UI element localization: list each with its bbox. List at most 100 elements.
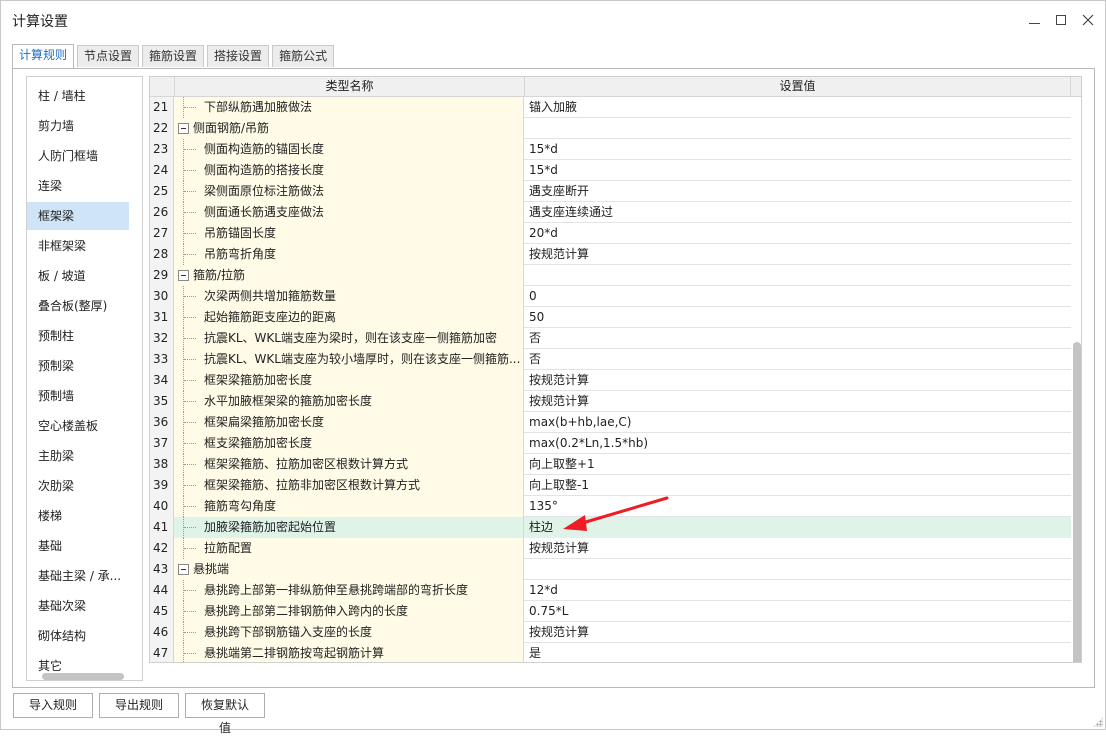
tab-lap-settings[interactable]: 搭接设置 — [207, 45, 270, 67]
import-rules-button[interactable]: 导入规则 — [13, 693, 93, 718]
sidebar-item[interactable]: 砌体结构 — [27, 622, 129, 650]
setting-value-cell[interactable]: 15*d — [524, 160, 1071, 181]
sidebar-item[interactable]: 基础次梁 — [27, 592, 129, 620]
table-row[interactable]: 39 框架梁箍筋、拉筋非加密区根数计算方式 向上取整-1 — [150, 475, 1071, 496]
table-row[interactable]: 45 悬挑跨上部第二排钢筋伸入跨内的长度 0.75*L — [150, 601, 1071, 622]
sidebar-item[interactable]: 基础 — [27, 532, 129, 560]
table-row[interactable]: 46 悬挑跨下部钢筋锚入支座的长度 按规范计算 — [150, 622, 1071, 643]
sidebar-item[interactable]: 次肋梁 — [27, 472, 129, 500]
sidebar-item[interactable]: 人防门框墙 — [27, 142, 129, 170]
table-row[interactable]: 44 悬挑跨上部第一排纵筋伸至悬挑跨端部的弯折长度 12*d — [150, 580, 1071, 601]
setting-value-cell[interactable]: 遇支座连续通过 — [524, 202, 1071, 223]
setting-value-cell[interactable]: 否 — [524, 328, 1071, 349]
row-number: 42 — [150, 538, 174, 559]
setting-value-cell[interactable]: 15*d — [524, 139, 1071, 160]
setting-value-cell[interactable]: 0.75*L — [524, 601, 1071, 622]
type-name-cell: 梁侧面原位标注筋做法 — [174, 181, 524, 202]
type-name-cell: 抗震KL、WKL端支座为梁时，则在该支座一侧箍筋加密 — [174, 328, 524, 349]
resize-grip-icon[interactable] — [1093, 717, 1103, 727]
tab-calc-rules[interactable]: 计算规则 — [12, 44, 75, 68]
setting-value-cell[interactable]: 按规范计算 — [524, 622, 1071, 643]
sidebar-item[interactable]: 柱 / 墙柱 — [27, 82, 129, 110]
setting-value-cell[interactable]: 12*d — [524, 580, 1071, 601]
table-row[interactable]: 25 梁侧面原位标注筋做法 遇支座断开 — [150, 181, 1071, 202]
sidebar-item[interactable]: 主肋梁 — [27, 442, 129, 470]
tab-stirrup-settings[interactable]: 箍筋设置 — [142, 45, 205, 67]
type-name-cell: 吊筋锚固长度 — [174, 223, 524, 244]
table-group-row[interactable]: 22 侧面钢筋/吊筋 — [150, 118, 1071, 139]
setting-value-cell[interactable]: 否 — [524, 349, 1071, 370]
sidebar-item[interactable]: 框架梁 — [27, 202, 129, 230]
restore-defaults-button[interactable]: 恢复默认值 — [185, 693, 265, 735]
type-name-cell: 拉筋配置 — [174, 538, 524, 559]
type-name-cell: 侧面通长筋遇支座做法 — [174, 202, 524, 223]
component-type-list: 柱 / 墙柱 剪力墙 人防门框墙 连梁 框架梁 非框架梁板 / 坡道 叠合板(整厚) 预制柱预… — [26, 76, 143, 681]
export-rules-button[interactable]: 导出规则 — [99, 693, 179, 718]
table-row[interactable]: 42 拉筋配置 按规范计算 — [150, 538, 1071, 559]
sidebar-item[interactable]: 楼梯 — [27, 502, 129, 530]
table-row[interactable]: 35 水平加腋框架梁的箍筋加密长度 按规范计算 — [150, 391, 1071, 412]
row-number: 41 — [150, 517, 174, 538]
minimize-icon[interactable] — [1025, 11, 1043, 29]
sidebar-horizontal-scrollbar[interactable] — [42, 673, 124, 680]
table-row[interactable]: 38 框架梁箍筋、拉筋加密区根数计算方式 向上取整+1 — [150, 454, 1071, 475]
setting-value-cell[interactable]: 按规范计算 — [524, 538, 1071, 559]
collapse-minus-icon[interactable] — [178, 123, 189, 134]
setting-value-cell[interactable]: 向上取整+1 — [524, 454, 1071, 475]
setting-value-cell[interactable]: 向上取整-1 — [524, 475, 1071, 496]
maximize-icon[interactable] — [1052, 11, 1070, 29]
table-group-row[interactable]: 43 悬挑端 — [150, 559, 1071, 580]
setting-name-label: 侧面通长筋遇支座做法 — [204, 205, 325, 219]
table-row[interactable]: 32 抗震KL、WKL端支座为梁时，则在该支座一侧箍筋加密 否 — [150, 328, 1071, 349]
setting-name-label: 加腋梁箍筋加密起始位置 — [204, 520, 337, 534]
setting-value-cell[interactable]: max(b+hb,lae,C) — [524, 412, 1071, 433]
table-group-row[interactable]: 29 箍筋/拉筋 — [150, 265, 1071, 286]
setting-value-cell[interactable]: 0 — [524, 286, 1071, 307]
close-icon[interactable] — [1079, 11, 1097, 29]
setting-value-cell[interactable]: 是 — [524, 643, 1071, 662]
setting-value-cell[interactable]: 按规范计算 — [524, 391, 1071, 412]
table-row[interactable]: 36 框架扁梁箍筋加密长度 max(b+hb,lae,C) — [150, 412, 1071, 433]
setting-value-cell[interactable]: 锚入加腋 — [524, 97, 1071, 118]
setting-name-label: 吊筋锚固长度 — [204, 226, 277, 240]
table-row[interactable]: 37 框支梁箍筋加密长度 max(0.2*Ln,1.5*hb) — [150, 433, 1071, 454]
row-number: 30 — [150, 286, 174, 307]
sidebar-item[interactable]: 预制墙 — [27, 382, 129, 410]
sidebar-item[interactable]: 叠合板(整厚) — [27, 292, 129, 320]
tab-node-settings[interactable]: 节点设置 — [77, 45, 140, 67]
tab-stirrup-formula[interactable]: 箍筋公式 — [272, 45, 335, 67]
table-row[interactable]: 23 侧面构造筋的锚固长度 15*d — [150, 139, 1071, 160]
row-number: 47 — [150, 643, 174, 662]
setting-value-cell[interactable]: max(0.2*Ln,1.5*hb) — [524, 433, 1071, 454]
table-row[interactable]: 47 悬挑端第二排钢筋按弯起钢筋计算 是 — [150, 643, 1071, 662]
setting-value-cell[interactable]: 50 — [524, 307, 1071, 328]
sidebar-item[interactable]: 基础主梁 / 承... — [27, 562, 129, 590]
setting-name-label: 框架梁箍筋、拉筋加密区根数计算方式 — [204, 457, 409, 471]
table-row[interactable]: 21 下部纵筋遇加腋做法 锚入加腋 — [150, 97, 1071, 118]
setting-value-cell[interactable]: 按规范计算 — [524, 370, 1071, 391]
table-row[interactable]: 31 起始箍筋距支座边的距离 50 — [150, 307, 1071, 328]
sidebar-item[interactable]: 预制柱 — [27, 322, 129, 350]
table-row[interactable]: 27 吊筋锚固长度 20*d — [150, 223, 1071, 244]
row-number: 35 — [150, 391, 174, 412]
collapse-minus-icon[interactable] — [178, 270, 189, 281]
table-row[interactable]: 26 侧面通长筋遇支座做法 遇支座连续通过 — [150, 202, 1071, 223]
setting-value-cell[interactable]: 20*d — [524, 223, 1071, 244]
tree-guide-line — [183, 643, 198, 662]
collapse-minus-icon[interactable] — [178, 564, 189, 575]
sidebar-item[interactable]: 空心楼盖板 — [27, 412, 129, 440]
table-row[interactable]: 33 抗震KL、WKL端支座为较小墙厚时，则在该支座一侧箍筋... 否 — [150, 349, 1071, 370]
table-row[interactable]: 30 次梁两侧共增加箍筋数量 0 — [150, 286, 1071, 307]
sidebar-item[interactable]: 剪力墙 — [27, 112, 129, 140]
row-number: 39 — [150, 475, 174, 496]
table-row[interactable]: 28 吊筋弯折角度 按规范计算 — [150, 244, 1071, 265]
table-row[interactable]: 24 侧面构造筋的搭接长度 15*d — [150, 160, 1071, 181]
sidebar-item[interactable]: 连梁 — [27, 172, 129, 200]
table-row[interactable]: 34 框架梁箍筋加密长度 按规范计算 — [150, 370, 1071, 391]
setting-value-cell[interactable]: 遇支座断开 — [524, 181, 1071, 202]
sidebar-item[interactable]: 预制梁 — [27, 352, 129, 380]
setting-value-cell[interactable]: 按规范计算 — [524, 244, 1071, 265]
sidebar-item[interactable]: 非框架梁 — [27, 232, 129, 260]
sidebar-item[interactable]: 板 / 坡道 — [27, 262, 129, 290]
table-vertical-scrollbar[interactable] — [1073, 342, 1081, 662]
